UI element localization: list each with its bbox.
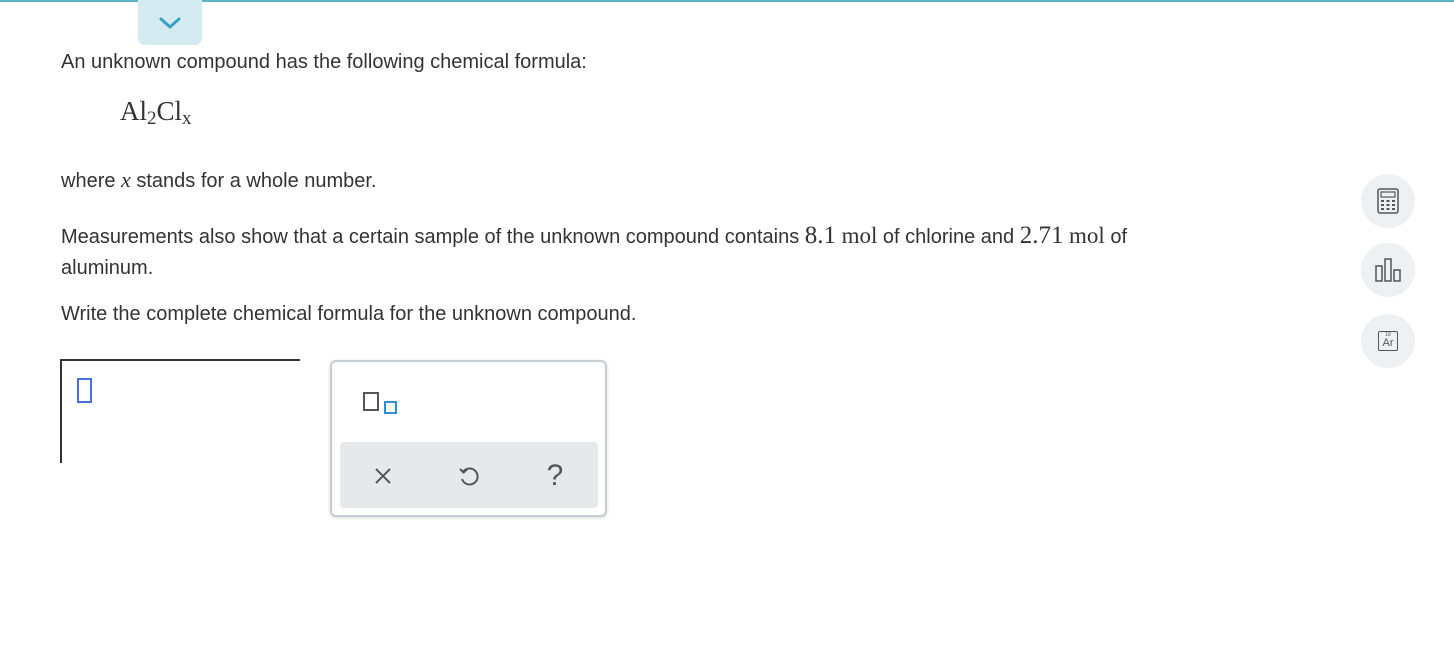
bar-chart-icon — [1375, 258, 1401, 282]
help-icon: ? — [546, 459, 564, 492]
formula-palette: ? — [330, 360, 607, 517]
x-icon — [375, 468, 391, 484]
measurement-text-mid: of chlorine and — [882, 226, 1015, 248]
chemical-formula: Al2Clx — [120, 96, 192, 129]
periodic-table-icon: 18 Ar — [1378, 331, 1398, 351]
calculator-icon — [1377, 188, 1399, 214]
measurement-text-wrap: aluminum. — [61, 257, 154, 279]
calculator-button[interactable] — [1361, 174, 1415, 228]
intro-text: An unknown compound has the following ch… — [61, 51, 587, 73]
top-accent-rule — [0, 0, 1454, 2]
variable-definition: where x stands for a whole number. — [61, 165, 377, 196]
periodic-table-symbol: Ar — [1382, 337, 1394, 349]
measurement-text: Measurements also show that a certain sa… — [61, 221, 1127, 252]
instruction-text: Write the complete chemical formula for … — [61, 303, 637, 325]
chlorine-amount: 8.1 — [804, 222, 837, 249]
variable-text-pre: where — [61, 170, 116, 192]
help-button[interactable]: ? — [537, 458, 573, 494]
formula-subscript-1: 2 — [147, 108, 157, 129]
undo-icon — [459, 467, 479, 486]
chevron-down-icon — [159, 17, 181, 28]
aluminum-unit: mol — [1069, 223, 1105, 248]
subscript-template-button[interactable] — [360, 388, 404, 422]
collapse-button[interactable] — [138, 0, 202, 45]
formula-element-1: Al — [120, 96, 147, 126]
measurement-text-pre: Measurements also show that a certain sa… — [61, 226, 800, 248]
data-button[interactable] — [1361, 243, 1415, 297]
measurement-text-post: of — [1110, 226, 1128, 248]
base-square-icon — [363, 392, 379, 411]
formula-element-2: Cl — [156, 96, 183, 126]
clear-button[interactable] — [365, 458, 401, 494]
subscript-square-icon — [384, 401, 397, 414]
variable-x: x — [121, 167, 131, 192]
input-cursor-placeholder — [77, 378, 92, 403]
undo-button[interactable] — [451, 458, 487, 494]
aluminum-amount: 2.71 — [1019, 222, 1064, 249]
periodic-table-button[interactable]: 18 Ar — [1361, 314, 1415, 368]
formula-subscript-2: x — [182, 108, 192, 129]
chlorine-unit: mol — [841, 223, 878, 248]
variable-text-post: stands for a whole number. — [136, 170, 377, 192]
answer-input[interactable] — [60, 359, 300, 463]
palette-action-bar: ? — [340, 442, 598, 508]
